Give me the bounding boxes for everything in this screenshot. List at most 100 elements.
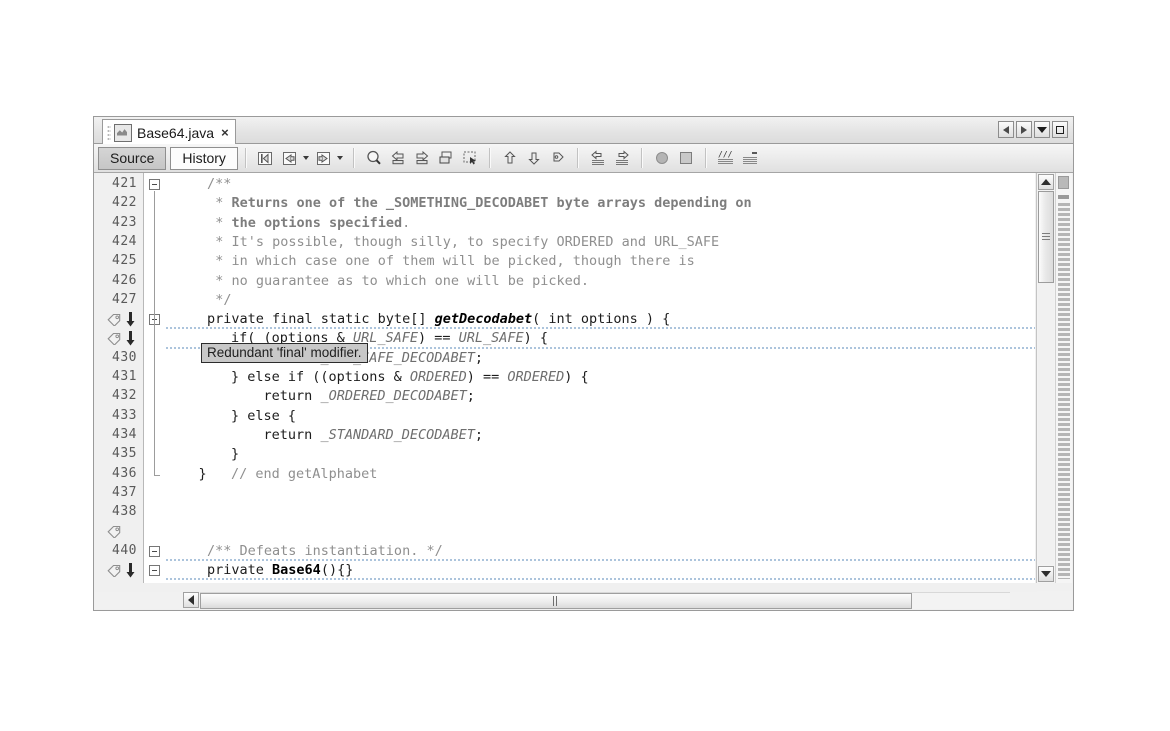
- vertical-scroll-track[interactable]: [1038, 191, 1054, 565]
- next-annotation-button[interactable]: [547, 147, 569, 169]
- code-token: }: [166, 465, 232, 482]
- code-row[interactable]: return _ORDERED_DECODABET;: [166, 387, 1035, 406]
- chevron-down-icon: [1037, 126, 1047, 133]
- tab-list-dropdown-button[interactable]: [1034, 121, 1050, 138]
- code-row[interactable]: /**: [166, 175, 1035, 194]
- toggle-bookmark-button[interactable]: [435, 147, 457, 169]
- code-row[interactable]: } // end getAlphabet: [166, 465, 1035, 484]
- chevron-down-icon[interactable]: [336, 156, 343, 160]
- scroll-tabs-left-button[interactable]: [998, 121, 1014, 138]
- gutter-row[interactable]: 432: [95, 387, 143, 406]
- code-row[interactable]: * Returns one of the _SOMETHING_DECODABE…: [166, 194, 1035, 213]
- fold-collapse-icon[interactable]: [149, 179, 160, 190]
- code-row[interactable]: private Base64(){}: [166, 561, 1035, 581]
- shift-line-right-button[interactable]: [611, 147, 633, 169]
- gutter-row[interactable]: [95, 522, 143, 541]
- document-tab-base64java[interactable]: Base64.java ×: [102, 119, 236, 145]
- code-row[interactable]: * in which case one of them will be pick…: [166, 252, 1035, 271]
- gutter-row[interactable]: 436: [95, 465, 143, 484]
- annotation-overview-stripe[interactable]: [1055, 173, 1072, 583]
- maximize-window-button[interactable]: [1052, 121, 1068, 138]
- annotation-hint-icon[interactable]: [107, 525, 122, 539]
- gutter-row[interactable]: 427: [95, 291, 143, 310]
- find-selection-button[interactable]: [363, 147, 385, 169]
- stop-button[interactable]: [675, 147, 697, 169]
- code-row[interactable]: }: [166, 445, 1035, 464]
- forward-button[interactable]: [313, 147, 335, 169]
- horizontal-scroll-track[interactable]: [200, 592, 1010, 609]
- code-row[interactable]: * no guarantee as to which one will be p…: [166, 272, 1035, 291]
- code-row[interactable]: /** Defeats instantiation. */: [166, 542, 1035, 561]
- toggle-breakpoint-button[interactable]: [651, 147, 673, 169]
- code-row[interactable]: [166, 580, 1035, 583]
- chevron-down-icon[interactable]: [302, 156, 309, 160]
- gutter-row[interactable]: 440: [95, 542, 143, 561]
- code-row[interactable]: [166, 503, 1035, 522]
- code-text-column[interactable]: /** * Returns one of the _SOMETHING_DECOD…: [166, 173, 1035, 583]
- horizontal-scroll-thumb[interactable]: [200, 593, 912, 609]
- code-viewport[interactable]: 421 422 423 424 425 426 427 430 431 432 433 434 435 4…: [95, 173, 1035, 583]
- gutter-row[interactable]: [95, 561, 143, 580]
- gutter-row[interactable]: [95, 310, 143, 329]
- code-row[interactable]: * the options specified.: [166, 214, 1035, 233]
- gutter-row[interactable]: 435: [95, 445, 143, 464]
- code-row[interactable]: [166, 522, 1035, 541]
- code-row[interactable]: private final static byte[] getDecodabet…: [166, 310, 1035, 330]
- annotation-hint-icon[interactable]: [107, 313, 122, 327]
- fold-collapse-icon[interactable]: [149, 545, 160, 557]
- code-row[interactable]: } else {: [166, 407, 1035, 426]
- horizontal-scrollbar[interactable]: [95, 591, 1072, 609]
- gutter-row[interactable]: 423: [95, 214, 143, 233]
- next-bookmark-button[interactable]: [411, 147, 433, 169]
- scroll-left-button[interactable]: [183, 592, 199, 608]
- arrow-down-icon[interactable]: [126, 312, 135, 327]
- code-token: return: [166, 426, 321, 443]
- uncomment-button[interactable]: [739, 147, 761, 169]
- gutter-row[interactable]: 421: [95, 175, 143, 194]
- last-edit-button[interactable]: [255, 147, 277, 169]
- code-row[interactable]: [166, 484, 1035, 503]
- code-fold-column[interactable]: [144, 173, 166, 583]
- line-number-gutter[interactable]: 421 422 423 424 425 426 427 430 431 432 433 434 435 4…: [95, 173, 144, 583]
- gutter-row[interactable]: 434: [95, 426, 143, 445]
- gutter-row[interactable]: 437: [95, 484, 143, 503]
- next-error-button[interactable]: [523, 147, 545, 169]
- toggle-rectangular-selection-button[interactable]: [459, 147, 481, 169]
- tab-grip-handle: [107, 124, 111, 141]
- arrow-down-icon[interactable]: [126, 563, 135, 578]
- gutter-row[interactable]: [95, 580, 143, 583]
- gutter-row[interactable]: 424: [95, 233, 143, 252]
- gutter-row[interactable]: 422: [95, 194, 143, 213]
- stripe-annotation-mark[interactable]: [1058, 195, 1069, 199]
- code-row[interactable]: */: [166, 291, 1035, 310]
- fold-collapse-icon[interactable]: [149, 565, 160, 576]
- tab-source[interactable]: Source: [98, 146, 167, 170]
- scroll-down-button[interactable]: [1038, 566, 1054, 582]
- tab-history[interactable]: History: [170, 146, 238, 170]
- back-button[interactable]: [279, 147, 301, 169]
- vertical-scrollbar[interactable]: [1036, 173, 1055, 583]
- arrow-down-icon[interactable]: [126, 331, 135, 346]
- annotation-hint-icon[interactable]: [107, 564, 122, 577]
- previous-error-button[interactable]: [499, 147, 521, 169]
- code-row[interactable]: * It's possible, though silly, to specif…: [166, 233, 1035, 252]
- gutter-row[interactable]: 426: [95, 272, 143, 291]
- gutter-row[interactable]: 430: [95, 349, 143, 368]
- gutter-row[interactable]: 431: [95, 368, 143, 387]
- annotation-hint-icon[interactable]: [107, 332, 122, 346]
- code-token: ;: [474, 349, 484, 366]
- vertical-scroll-thumb[interactable]: [1038, 191, 1054, 283]
- scroll-tabs-right-button[interactable]: [1016, 121, 1032, 138]
- code-row[interactable]: return _STANDARD_DECODABET;: [166, 426, 1035, 445]
- gutter-row[interactable]: [95, 329, 143, 348]
- gutter-row[interactable]: 433: [95, 407, 143, 426]
- code-row[interactable]: } else if ((options & ORDERED) == ORDERE…: [166, 368, 1035, 387]
- previous-bookmark-button[interactable]: [387, 147, 409, 169]
- shift-line-left-button[interactable]: [587, 147, 609, 169]
- gutter-row[interactable]: 425: [95, 252, 143, 271]
- scroll-up-button[interactable]: [1038, 174, 1054, 190]
- gutter-row[interactable]: 438: [95, 503, 143, 522]
- line-number: 434: [112, 426, 137, 442]
- comment-button[interactable]: ///: [715, 147, 737, 169]
- close-icon[interactable]: ×: [221, 126, 229, 139]
